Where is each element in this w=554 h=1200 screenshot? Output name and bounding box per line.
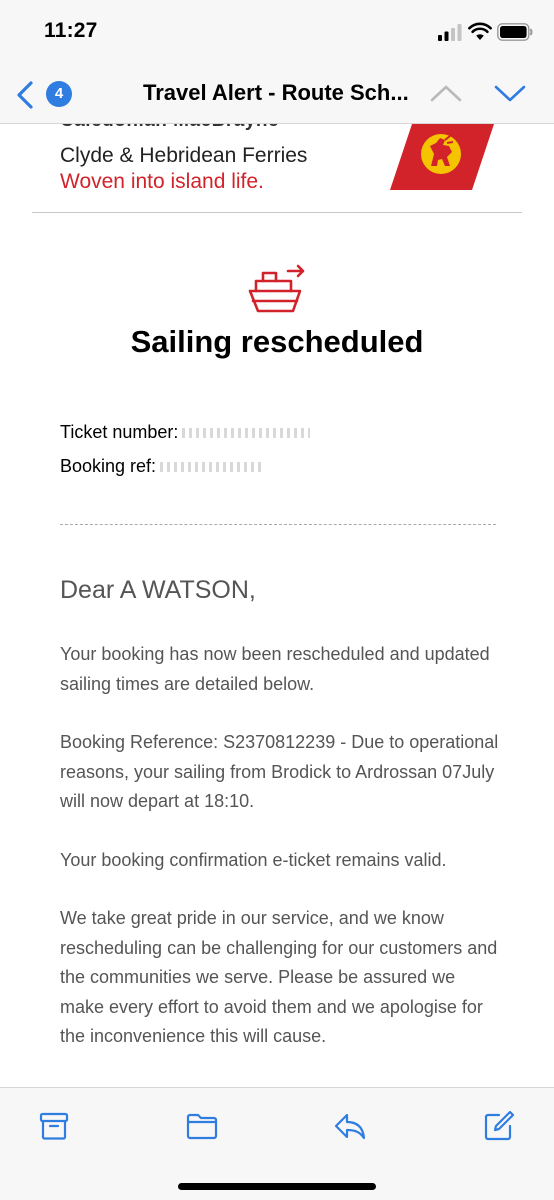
status-bar: 11:27	[0, 0, 554, 66]
status-time: 11:27	[44, 19, 98, 42]
compose-icon[interactable]	[483, 1110, 515, 1142]
header-divider	[32, 212, 522, 213]
brand-lion-logo-icon	[390, 124, 494, 190]
dashed-divider	[60, 524, 496, 525]
booking-ref-row: Booking ref:	[60, 456, 265, 477]
unread-count-badge[interactable]: 4	[46, 81, 72, 107]
redacted-booking-ref	[160, 462, 265, 473]
email-subject-title: Travel Alert - Route Sch...	[143, 80, 409, 105]
battery-icon	[497, 23, 533, 41]
paragraph-apology: We take great pride in our service, and …	[60, 908, 498, 1046]
folder-icon[interactable]	[186, 1110, 218, 1142]
reply-icon[interactable]	[334, 1110, 366, 1142]
paragraph-rescheduled: Your booking has now been rescheduled an…	[60, 644, 490, 694]
chevron-up-icon[interactable]	[429, 82, 463, 104]
wifi-icon	[468, 22, 492, 40]
brand-subtitle: Clyde & Hebridean Ferries	[60, 144, 308, 167]
home-indicator[interactable]	[178, 1183, 376, 1190]
ticket-number-row: Ticket number:	[60, 422, 311, 443]
brand-name-partial: Caledonian MacBrayne	[60, 124, 279, 132]
chevron-left-icon[interactable]	[14, 80, 36, 110]
email-headline: Sailing rescheduled	[130, 324, 424, 359]
paragraph-ticket-valid: Your booking confirmation e-ticket remai…	[60, 850, 447, 870]
brand-tagline: Woven into island life.	[60, 170, 264, 193]
paragraph-booking-details: Booking Reference: S2370812239 - Due to …	[60, 732, 499, 811]
mail-screen: 11:27 4 Travel Alert - Route Sch... Clyd…	[0, 0, 554, 1200]
mail-nav-bar: 4 Travel Alert - Route Sch...	[0, 66, 554, 124]
email-body[interactable]: Caledonian MacBrayne Clyde & Hebridean F…	[0, 124, 554, 1087]
ticket-number-label: Ticket number:	[60, 422, 179, 442]
redacted-ticket-number	[182, 428, 311, 439]
ferry-icon	[248, 264, 305, 313]
chevron-down-icon[interactable]	[493, 82, 527, 104]
archive-box-icon[interactable]	[38, 1110, 70, 1142]
cellular-signal-icon	[438, 24, 462, 41]
booking-ref-label: Booking ref:	[60, 456, 157, 476]
greeting: Dear A WATSON,	[60, 576, 256, 604]
